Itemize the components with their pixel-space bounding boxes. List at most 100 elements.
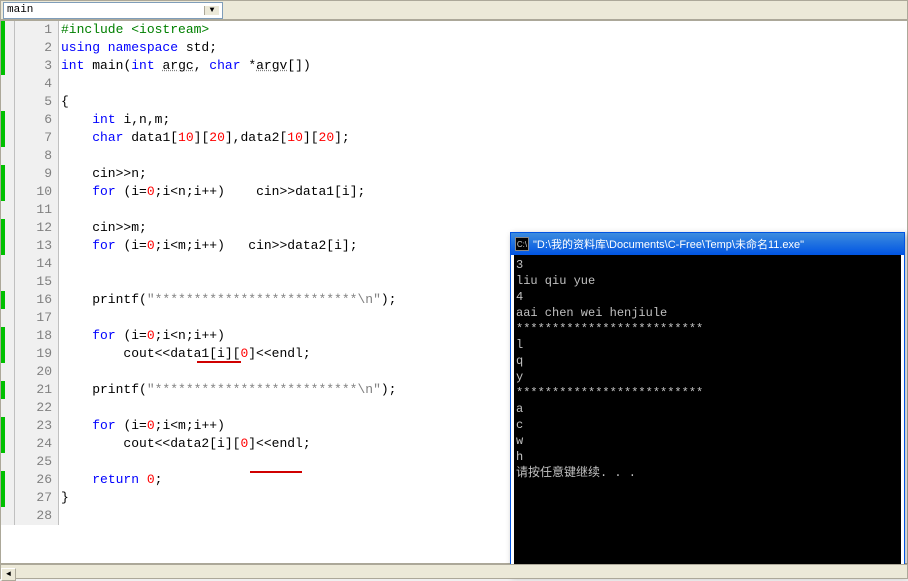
- code-content[interactable]: [59, 75, 61, 93]
- change-marker: [1, 273, 15, 291]
- code-line[interactable]: 3int main(int argc, char *argv[]): [1, 57, 907, 75]
- editor-toolbar: main ▼: [0, 0, 908, 20]
- line-number: 27: [15, 489, 59, 507]
- change-marker: [1, 255, 15, 273]
- code-content[interactable]: for (i=0;i<m;i++) cin>>data2[i];: [59, 237, 358, 255]
- code-line[interactable]: 9 cin>>n;: [1, 165, 907, 183]
- code-content[interactable]: #include <iostream>: [59, 21, 209, 39]
- code-content[interactable]: [59, 399, 61, 417]
- line-number: 24: [15, 435, 59, 453]
- code-content[interactable]: printf("**************************\n");: [59, 291, 396, 309]
- line-number: 1: [15, 21, 59, 39]
- code-content[interactable]: int main(int argc, char *argv[]): [59, 57, 311, 75]
- change-marker: [1, 327, 15, 345]
- horizontal-scrollbar[interactable]: ◄: [0, 564, 908, 579]
- line-number: 2: [15, 39, 59, 57]
- line-number: 8: [15, 147, 59, 165]
- code-line[interactable]: 1#include <iostream>: [1, 21, 907, 39]
- chevron-down-icon: ▼: [204, 6, 219, 15]
- function-dropdown[interactable]: main ▼: [3, 2, 223, 19]
- code-line[interactable]: 6 int i,n,m;: [1, 111, 907, 129]
- line-number: 9: [15, 165, 59, 183]
- code-line[interactable]: 4: [1, 75, 907, 93]
- change-marker: [1, 309, 15, 327]
- code-content[interactable]: cout<<data1[i][0]<<endl;: [59, 345, 311, 363]
- line-number: 28: [15, 507, 59, 525]
- line-number: 6: [15, 111, 59, 129]
- console-titlebar[interactable]: C:\ "D:\我的资料库\Documents\C-Free\Temp\未命名1…: [511, 233, 904, 255]
- code-content[interactable]: [59, 363, 61, 381]
- code-content[interactable]: [59, 453, 61, 471]
- change-marker: [1, 471, 15, 489]
- code-line[interactable]: 11: [1, 201, 907, 219]
- code-content[interactable]: for (i=0;i<n;i++) cin>>data1[i];: [59, 183, 365, 201]
- console-output: 3 liu qiu yue 4 aai chen wei henjiule **…: [514, 255, 901, 571]
- line-number: 21: [15, 381, 59, 399]
- change-marker: [1, 381, 15, 399]
- line-number: 14: [15, 255, 59, 273]
- code-content[interactable]: int i,n,m;: [59, 111, 170, 129]
- change-marker: [1, 453, 15, 471]
- line-number: 26: [15, 471, 59, 489]
- code-content[interactable]: cin>>n;: [59, 165, 147, 183]
- line-number: 7: [15, 129, 59, 147]
- change-marker: [1, 75, 15, 93]
- line-number: 23: [15, 417, 59, 435]
- code-content[interactable]: [59, 507, 61, 525]
- scroll-left-button[interactable]: ◄: [1, 568, 16, 581]
- change-marker: [1, 93, 15, 111]
- line-number: 10: [15, 183, 59, 201]
- code-content[interactable]: for (i=0;i<n;i++): [59, 327, 225, 345]
- console-title-text: "D:\我的资料库\Documents\C-Free\Temp\未命名11.ex…: [533, 236, 804, 252]
- line-number: 16: [15, 291, 59, 309]
- line-number: 25: [15, 453, 59, 471]
- change-marker: [1, 345, 15, 363]
- change-marker: [1, 165, 15, 183]
- code-content[interactable]: }: [59, 489, 69, 507]
- change-marker: [1, 57, 15, 75]
- code-content[interactable]: cin>>m;: [59, 219, 147, 237]
- line-number: 3: [15, 57, 59, 75]
- code-content[interactable]: {: [59, 93, 69, 111]
- code-content[interactable]: return 0;: [59, 471, 162, 489]
- change-marker: [1, 39, 15, 57]
- code-content[interactable]: cout<<data2[i][0]<<endl;: [59, 435, 311, 453]
- change-marker: [1, 417, 15, 435]
- code-line[interactable]: 10 for (i=0;i<n;i++) cin>>data1[i];: [1, 183, 907, 201]
- line-number: 5: [15, 93, 59, 111]
- code-line[interactable]: 5{: [1, 93, 907, 111]
- code-line[interactable]: 7 char data1[10][20],data2[10][20];: [1, 129, 907, 147]
- line-number: 11: [15, 201, 59, 219]
- change-marker: [1, 435, 15, 453]
- code-line[interactable]: 2using namespace std;: [1, 39, 907, 57]
- line-number: 13: [15, 237, 59, 255]
- code-content[interactable]: for (i=0;i<m;i++): [59, 417, 225, 435]
- code-content[interactable]: char data1[10][20],data2[10][20];: [59, 129, 350, 147]
- change-marker: [1, 237, 15, 255]
- code-content[interactable]: [59, 309, 61, 327]
- code-content[interactable]: using namespace std;: [59, 39, 217, 57]
- code-content[interactable]: printf("**************************\n");: [59, 381, 396, 399]
- change-marker: [1, 399, 15, 417]
- change-marker: [1, 201, 15, 219]
- line-number: 18: [15, 327, 59, 345]
- change-marker: [1, 291, 15, 309]
- function-name: main: [7, 4, 33, 16]
- code-content[interactable]: [59, 273, 61, 291]
- code-content[interactable]: [59, 255, 61, 273]
- change-marker: [1, 111, 15, 129]
- code-line[interactable]: 8: [1, 147, 907, 165]
- change-marker: [1, 129, 15, 147]
- change-marker: [1, 219, 15, 237]
- change-marker: [1, 363, 15, 381]
- change-marker: [1, 21, 15, 39]
- line-number: 15: [15, 273, 59, 291]
- line-number: 19: [15, 345, 59, 363]
- line-number: 20: [15, 363, 59, 381]
- line-number: 22: [15, 399, 59, 417]
- line-number: 4: [15, 75, 59, 93]
- console-window[interactable]: C:\ "D:\我的资料库\Documents\C-Free\Temp\未命名1…: [510, 232, 905, 575]
- code-content[interactable]: [59, 201, 61, 219]
- code-content[interactable]: [59, 147, 61, 165]
- change-marker: [1, 489, 15, 507]
